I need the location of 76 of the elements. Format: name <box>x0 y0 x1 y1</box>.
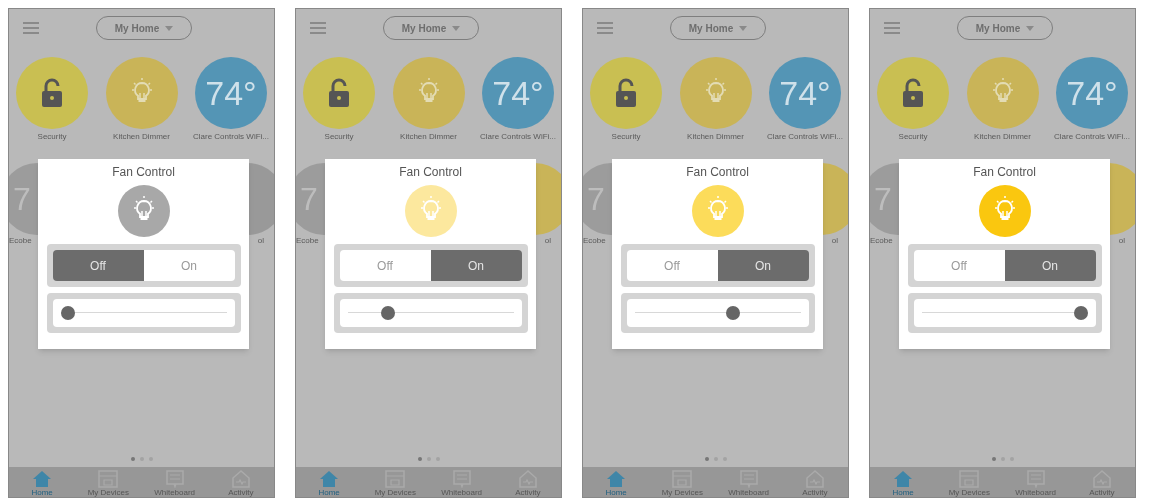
toggle-option[interactable]: Off <box>339 250 431 281</box>
slider-thumb[interactable] <box>1073 306 1088 320</box>
device-label: Ecobe <box>583 235 606 247</box>
caret-icon <box>452 25 461 31</box>
house-icon <box>32 470 53 488</box>
device-label: Clare Controls WiFi... <box>480 131 556 143</box>
nav-tab[interactable]: Whiteboard <box>1005 470 1066 497</box>
caret-icon <box>739 25 748 31</box>
device-label: ol <box>831 235 838 247</box>
device-label: Clare Controls WiFi... <box>1054 131 1130 143</box>
nav-tab[interactable]: Whiteboard <box>144 470 205 497</box>
device-tile[interactable]: 74° <box>482 57 554 129</box>
device-label: ol <box>1118 235 1125 247</box>
slider-track[interactable] <box>347 306 514 320</box>
house-icon <box>319 470 340 488</box>
dialog-title: Fan Control <box>973 164 1036 181</box>
caret-icon <box>1026 25 1035 31</box>
device-label: Security <box>37 131 67 143</box>
menu-icon[interactable] <box>310 22 326 34</box>
temperature-reading: 74° <box>492 76 544 110</box>
device-label: Kitchen Dimmer <box>400 131 457 143</box>
slider-thumb[interactable] <box>60 306 75 320</box>
dialog-title: Fan Control <box>399 164 462 181</box>
toggle-option[interactable]: Off <box>913 250 1005 281</box>
toggle-option[interactable]: On <box>717 250 809 281</box>
nav-tab[interactable]: Activity <box>497 470 558 497</box>
padlock-icon <box>900 78 926 108</box>
padlock-icon <box>613 78 639 108</box>
toggle-option[interactable]: Off <box>52 250 144 281</box>
nav-tab[interactable]: Home <box>299 470 360 497</box>
padlock-icon <box>39 78 65 108</box>
toggle-option[interactable]: Off <box>626 250 718 281</box>
toggle-option[interactable]: On <box>143 250 235 281</box>
slider-track[interactable] <box>921 306 1088 320</box>
house-icon <box>893 470 914 488</box>
padlock-icon <box>326 78 352 108</box>
device-label: Security <box>324 131 354 143</box>
house-icon <box>606 470 627 488</box>
toggle-option[interactable]: On <box>430 250 522 281</box>
caret-icon <box>165 25 174 31</box>
device-label: Clare Controls WiFi... <box>193 131 269 143</box>
device-label: Kitchen Dimmer <box>687 131 744 143</box>
temperature-reading: 74° <box>779 76 831 110</box>
nav-tab[interactable]: Home <box>873 470 934 497</box>
device-label: Kitchen Dimmer <box>974 131 1031 143</box>
nav-tab[interactable]: Whiteboard <box>718 470 779 497</box>
device-label: Kitchen Dimmer <box>113 131 170 143</box>
nav-tab[interactable]: Home <box>12 470 73 497</box>
dialog-title: Fan Control <box>686 164 749 181</box>
dialog-title: Fan Control <box>112 164 175 181</box>
temperature-reading: 74° <box>205 76 257 110</box>
nav-tab[interactable]: Activity <box>210 470 271 497</box>
menu-icon[interactable] <box>597 22 613 34</box>
nav-tab[interactable]: Activity <box>1071 470 1132 497</box>
device-label: Clare Controls WiFi... <box>767 131 843 143</box>
device-label: Ecobe <box>9 235 32 247</box>
device-tile[interactable]: 74° <box>769 57 841 129</box>
temperature-reading: 74° <box>1066 76 1118 110</box>
device-label: Security <box>898 131 928 143</box>
slider-track[interactable] <box>634 306 801 320</box>
device-tile[interactable]: 74° <box>1056 57 1128 129</box>
device-label: Ecobe <box>296 235 319 247</box>
device-label: Ecobe <box>870 235 893 247</box>
device-label: ol <box>257 235 264 247</box>
nav-tab[interactable]: Whiteboard <box>431 470 492 497</box>
menu-icon[interactable] <box>23 22 39 34</box>
nav-tab[interactable]: Activity <box>784 470 845 497</box>
slider-thumb[interactable] <box>725 306 740 320</box>
device-tile[interactable]: 74° <box>195 57 267 129</box>
device-label: Security <box>611 131 641 143</box>
menu-icon[interactable] <box>884 22 900 34</box>
nav-tab[interactable]: Home <box>586 470 647 497</box>
device-label: ol <box>544 235 551 247</box>
slider-thumb[interactable] <box>380 306 395 320</box>
slider-track[interactable] <box>60 306 227 320</box>
toggle-option[interactable]: On <box>1004 250 1096 281</box>
